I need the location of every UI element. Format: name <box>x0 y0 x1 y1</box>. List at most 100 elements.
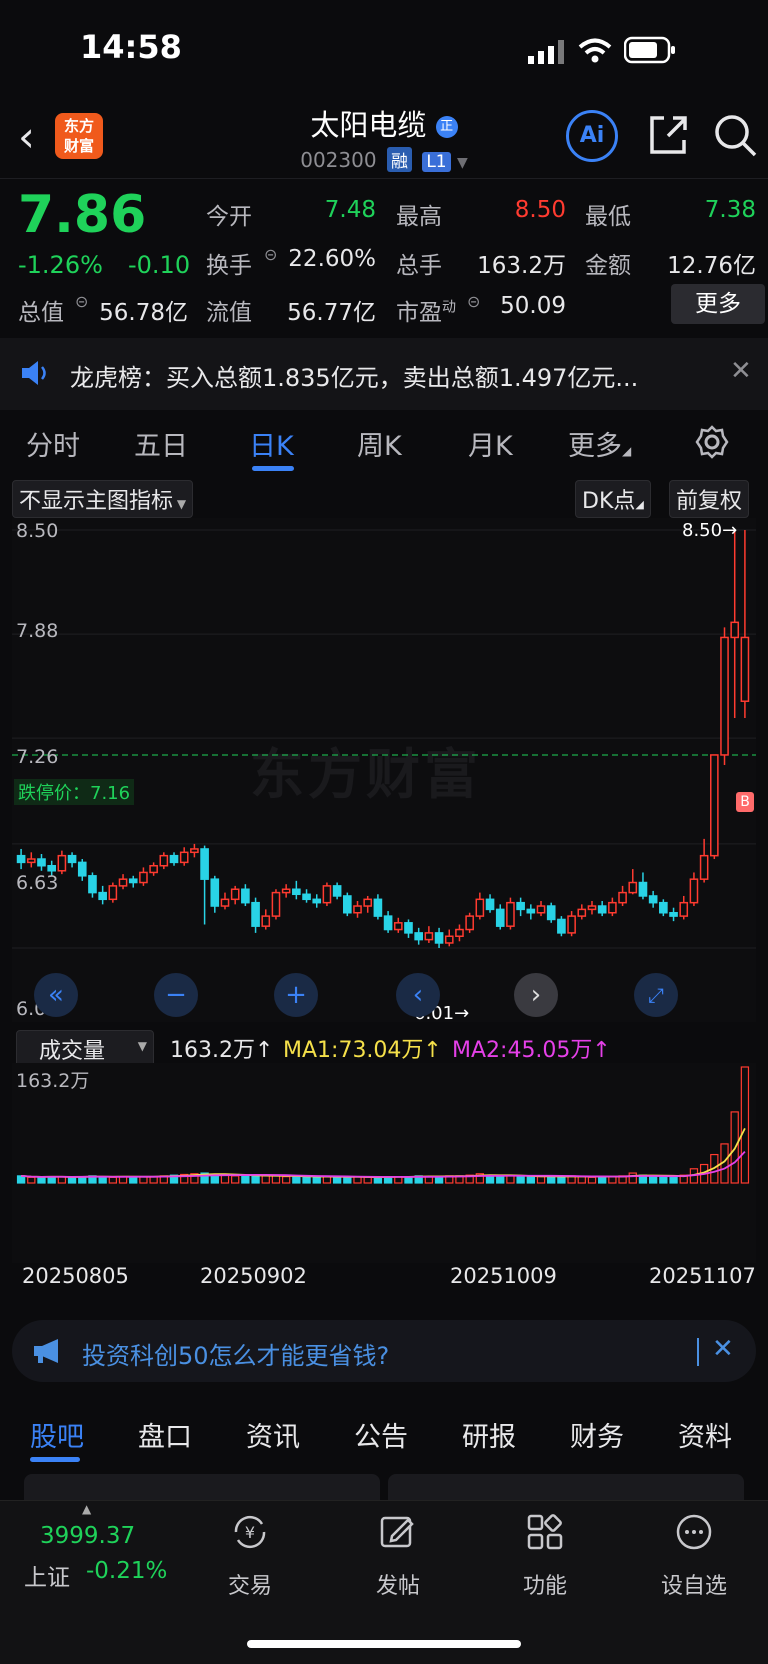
zoom-in-icon[interactable]: + <box>274 973 318 1017</box>
candle-body <box>200 848 209 880</box>
tab-weekly-k[interactable]: 周K <box>357 424 402 463</box>
info-icon[interactable]: ⊝ <box>264 245 277 264</box>
volume-bar <box>241 1175 250 1184</box>
adjust-button[interactable]: 前复权 <box>669 480 750 518</box>
candle-body <box>88 875 97 894</box>
tab-finance[interactable]: 财务 <box>570 1415 624 1454</box>
change-amount: -0.10 <box>128 251 191 279</box>
volume-bar <box>220 1174 230 1184</box>
battery-icon <box>624 36 675 64</box>
close-icon[interactable]: ✕ <box>730 356 752 386</box>
candle-body <box>230 888 240 901</box>
tab-more[interactable]: 更多◢ <box>568 424 631 463</box>
tab-guba[interactable]: 股吧 <box>30 1415 84 1454</box>
candle-body <box>577 908 587 917</box>
candle-body <box>689 878 699 904</box>
functions-grid-icon[interactable] <box>485 1512 605 1561</box>
current-price: 7.86 <box>18 185 147 245</box>
tab-monthly-k[interactable]: 月K <box>468 424 513 463</box>
volume-bar <box>67 1176 77 1184</box>
close-icon[interactable]: ✕ <box>712 1334 734 1364</box>
edit-post-icon[interactable] <box>338 1512 458 1561</box>
margin-tag: 融 <box>386 147 412 172</box>
nav-trade[interactable]: 交易 <box>190 1568 310 1600</box>
candle-body <box>271 891 281 917</box>
tab-announcements[interactable]: 公告 <box>354 1415 408 1454</box>
tab-intraday[interactable]: 分时 <box>26 424 80 463</box>
more-button[interactable]: 更多 <box>671 284 765 324</box>
volume-bar <box>659 1176 668 1184</box>
turnover-label: 换手 <box>206 253 252 279</box>
nav-watchlist[interactable]: 设自选 <box>634 1568 754 1600</box>
more-dots-icon[interactable] <box>634 1512 754 1561</box>
home-indicator <box>247 1640 521 1648</box>
rewind-icon[interactable]: « <box>34 973 78 1017</box>
candle-body <box>220 898 230 907</box>
candle-body <box>149 864 158 874</box>
candle-body <box>506 901 515 927</box>
volume-label: 总手 <box>396 253 442 279</box>
candle-body <box>414 932 423 941</box>
volume-bar <box>332 1176 342 1184</box>
indicator-select[interactable]: 不显示主图指标 ▼ <box>12 480 194 518</box>
high-marker: 8.50→ <box>682 520 738 541</box>
share-icon[interactable] <box>648 114 688 156</box>
volume-chart <box>16 1066 750 1184</box>
index-change[interactable]: -0.21% <box>86 1558 167 1584</box>
stock-code: 002300 <box>300 148 377 172</box>
promo-divider <box>697 1338 699 1366</box>
candle-body <box>720 636 729 756</box>
candle-body <box>516 901 525 911</box>
tab-profile[interactable]: 资料 <box>678 1415 732 1454</box>
fullscreen-icon[interactable]: ⤢ <box>634 973 678 1017</box>
date-label: 20251009 <box>450 1264 557 1288</box>
index-name[interactable]: 上证 <box>24 1558 70 1592</box>
nav-post[interactable]: 发帖 <box>338 1568 458 1600</box>
tab-pankou[interactable]: 盘口 <box>138 1415 192 1454</box>
low-value: 7.38 <box>704 197 756 223</box>
volume-bar <box>251 1174 260 1184</box>
candle-body <box>710 754 719 857</box>
candle-body <box>98 891 107 901</box>
volume-bar <box>557 1176 566 1184</box>
search-icon[interactable] <box>712 112 758 158</box>
candle-body <box>159 854 169 867</box>
price-axis-label: 8.50 <box>16 520 59 542</box>
dk-point-button[interactable]: DK点◢ <box>575 480 651 518</box>
buy-marker-icon: B <box>736 792 754 812</box>
ma1-value: MA1:73.04万↑ <box>283 1038 442 1063</box>
prev-icon[interactable]: ‹ <box>396 973 440 1017</box>
candle-body <box>740 636 750 702</box>
candle-body <box>108 885 118 901</box>
tab-news[interactable]: 资讯 <box>246 1415 300 1454</box>
volume-bar <box>373 1176 383 1184</box>
ai-button[interactable]: Ai <box>566 110 618 162</box>
volume-bar <box>608 1176 617 1184</box>
wifi-icon <box>578 38 612 63</box>
market-cap-label: 总值 <box>18 300 64 326</box>
volume-bar <box>516 1175 525 1184</box>
volume-bar <box>231 1175 240 1184</box>
tab-daily-k[interactable]: 日K <box>249 424 294 463</box>
nav-functions[interactable]: 功能 <box>485 1568 605 1600</box>
date-label: 20251107 <box>649 1264 756 1288</box>
header-divider <box>0 178 768 179</box>
settings-gear-icon[interactable] <box>694 424 730 460</box>
amount-label: 金额 <box>585 253 631 279</box>
zoom-out-icon[interactable]: − <box>154 973 198 1017</box>
tab-research[interactable]: 研报 <box>462 1415 516 1454</box>
volume-bar <box>292 1176 301 1184</box>
next-icon[interactable]: › <box>514 973 558 1017</box>
candle-body <box>434 932 444 944</box>
tab-five-day[interactable]: 五日 <box>134 424 188 463</box>
svg-text:¥: ¥ <box>245 1523 255 1542</box>
volume-bar <box>628 1172 637 1184</box>
trade-icon[interactable]: ¥ <box>190 1512 310 1561</box>
info-icon[interactable]: ⊝ <box>75 292 88 311</box>
candle-body <box>659 901 668 914</box>
candle-body <box>128 878 138 884</box>
candle-body <box>47 864 56 872</box>
candle-body <box>302 893 311 901</box>
index-value[interactable]: 3999.37 <box>40 1523 135 1549</box>
info-icon[interactable]: ⊝ <box>467 292 480 311</box>
